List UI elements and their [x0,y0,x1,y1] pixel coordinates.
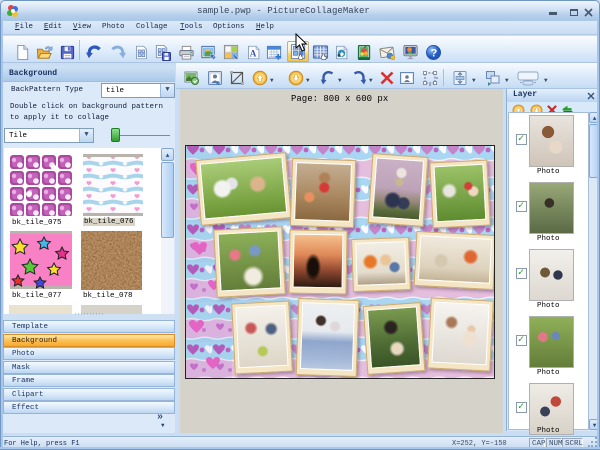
svg-text:?: ? [431,47,438,59]
svg-text:A: A [250,48,257,58]
